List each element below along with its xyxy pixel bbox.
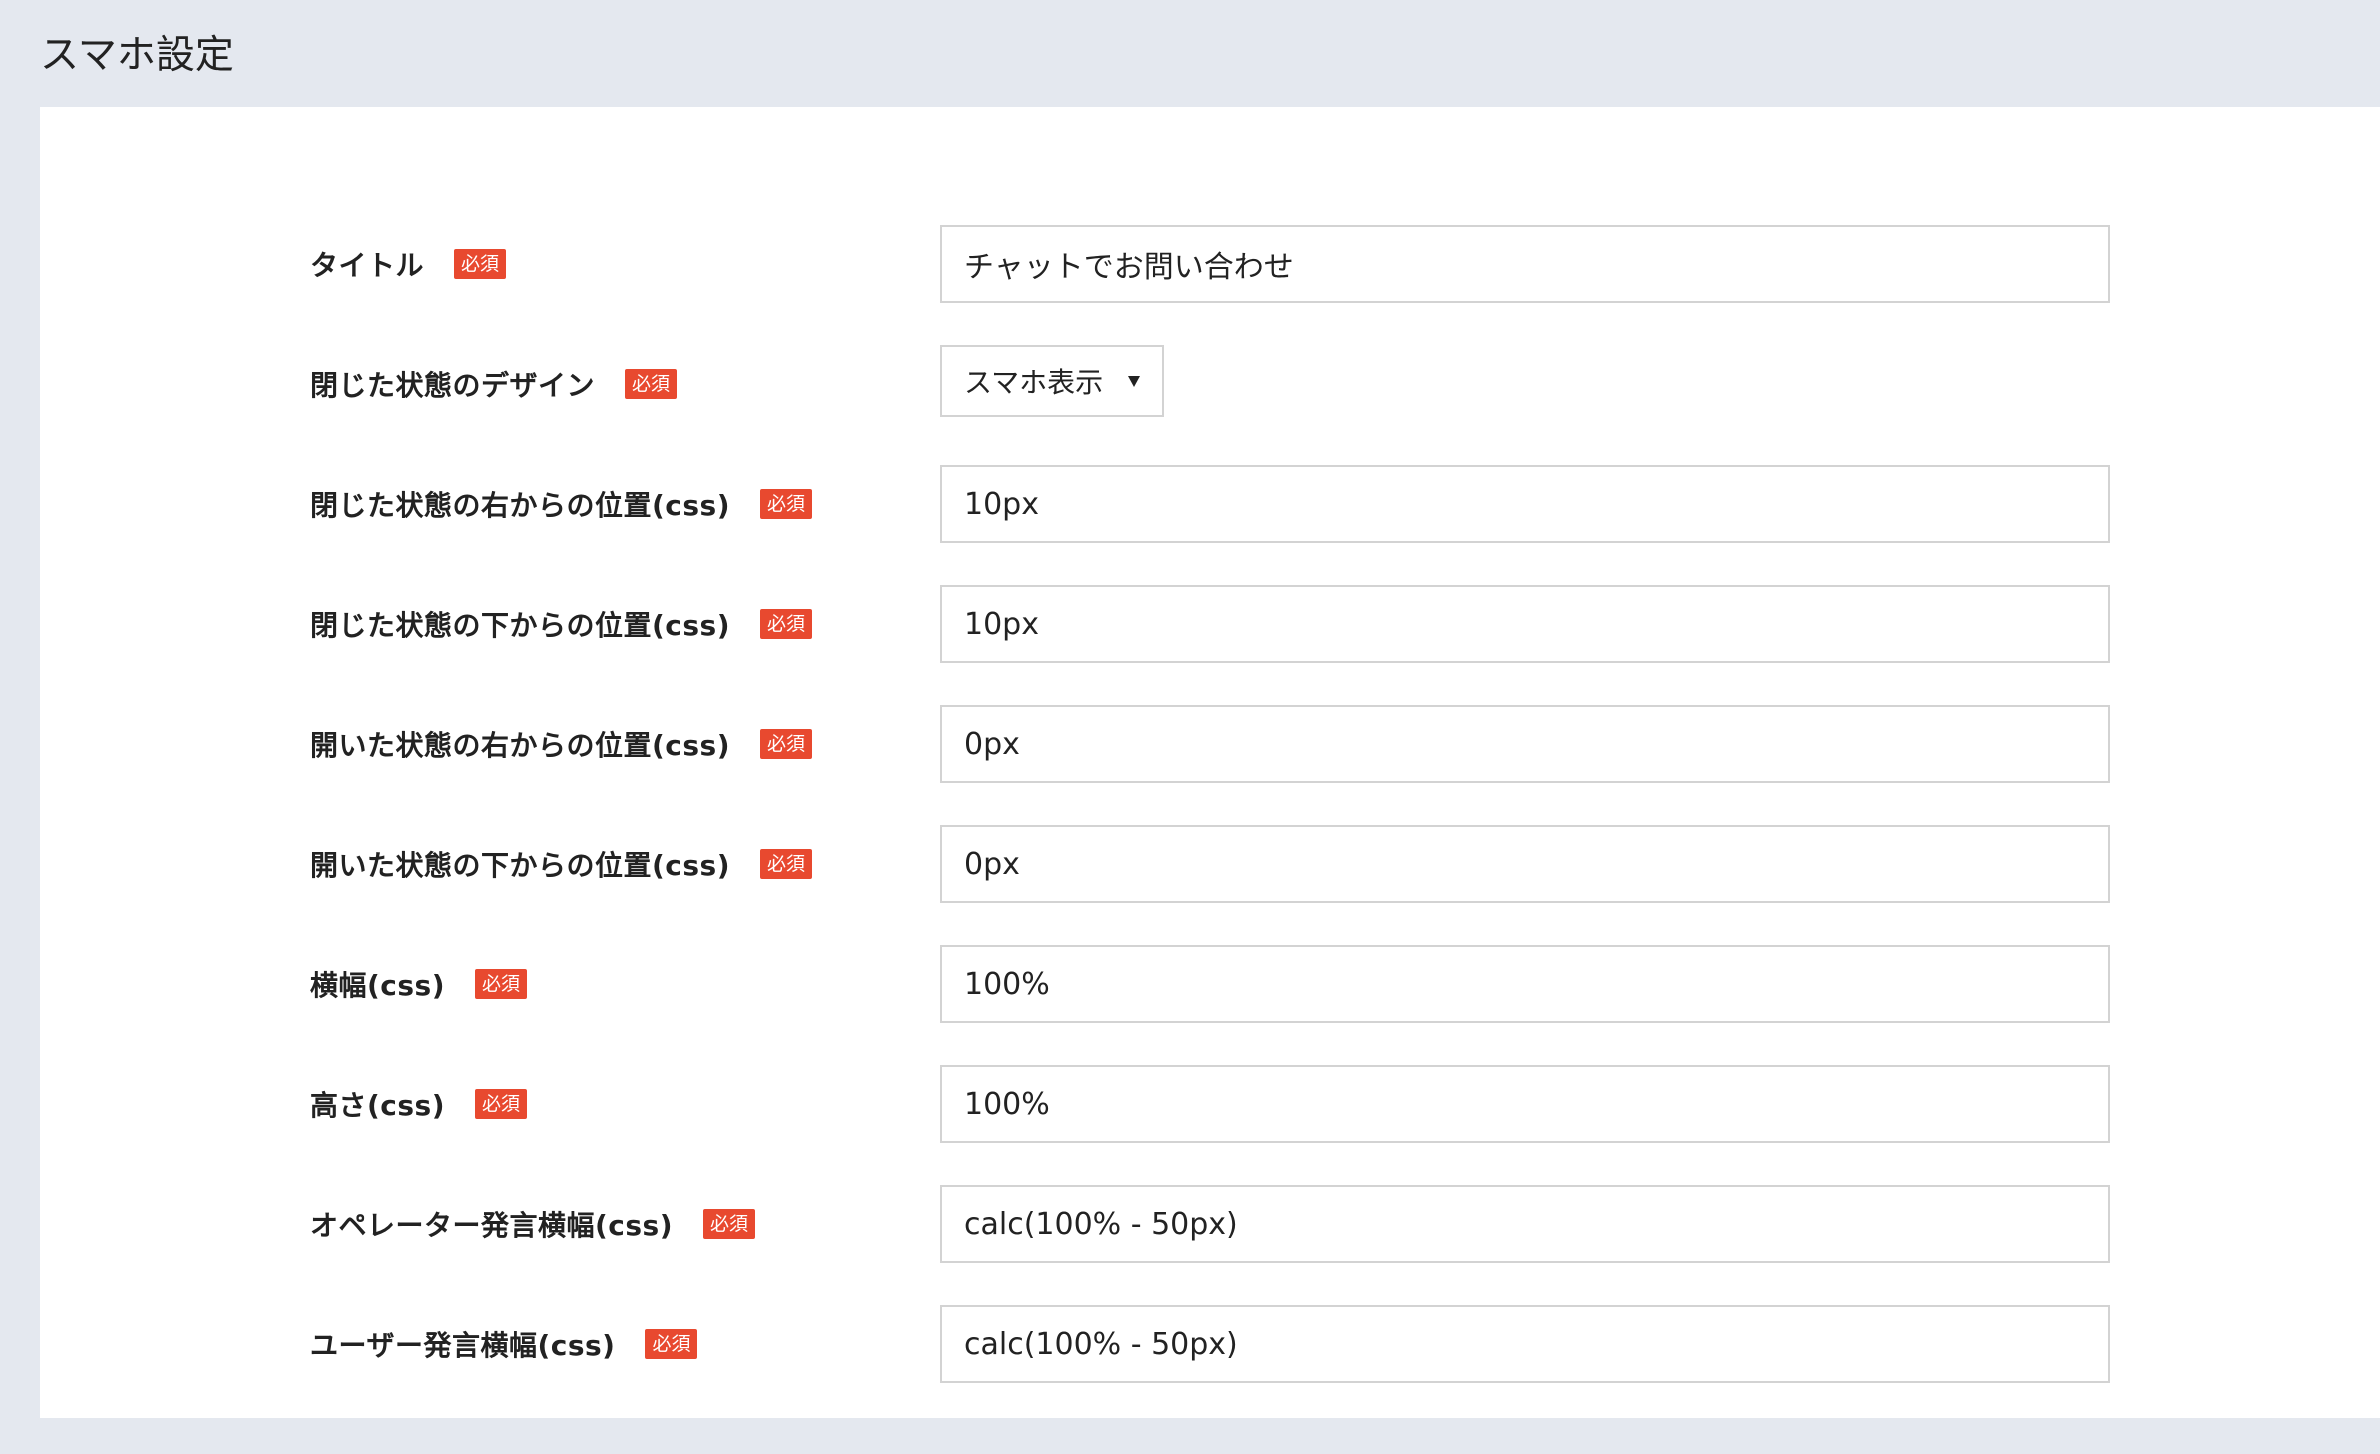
required-badge: 必須 — [625, 369, 678, 399]
chevron-down-icon — [1128, 375, 1140, 387]
required-badge: 必須 — [475, 1089, 528, 1119]
height-input[interactable] — [940, 1065, 2110, 1143]
field-label: 閉じた状態のデザイン 必須 — [310, 345, 678, 423]
field-label-text: 開いた状態の下からの位置(css) — [310, 849, 731, 882]
required-badge: 必須 — [645, 1329, 698, 1359]
field-label: 開いた状態の右からの位置(css) 必須 — [310, 705, 813, 783]
required-badge: 必須 — [454, 249, 507, 279]
field-label: 閉じた状態の右からの位置(css) 必須 — [310, 465, 813, 543]
field-label: 閉じた状態の下からの位置(css) 必須 — [310, 585, 813, 663]
field-label-text: タイトル — [310, 249, 425, 282]
page-title: スマホ設定 — [40, 33, 234, 78]
form-row-closed-right: 閉じた状態の右からの位置(css) 必須 — [40, 465, 2380, 543]
operator-message-width-input[interactable] — [940, 1185, 2110, 1263]
required-badge: 必須 — [703, 1209, 756, 1239]
required-badge: 必須 — [760, 849, 813, 879]
closed-right-input[interactable] — [940, 465, 2110, 543]
field-label-text: 閉じた状態の右からの位置(css) — [310, 489, 731, 522]
field-label: ユーザー発言横幅(css) 必須 — [310, 1305, 698, 1383]
settings-panel: タイトル 必須 閉じた状態のデザイン 必須 スマホ表示 閉じた状態の右からの位置… — [40, 107, 2380, 1418]
required-badge: 必須 — [760, 609, 813, 639]
user-message-width-input[interactable] — [940, 1305, 2110, 1383]
select-value: スマホ表示 — [964, 366, 1104, 399]
form-row-operator-message-width: オペレーター発言横幅(css) 必須 — [40, 1185, 2380, 1263]
form-row-width: 横幅(css) 必須 — [40, 945, 2380, 1023]
required-badge: 必須 — [475, 969, 528, 999]
title-input[interactable] — [940, 225, 2110, 303]
field-label-text: 閉じた状態の下からの位置(css) — [310, 609, 731, 642]
field-label-text: オペレーター発言横幅(css) — [310, 1209, 674, 1242]
field-label-text: 開いた状態の右からの位置(css) — [310, 729, 731, 762]
open-bottom-input[interactable] — [940, 825, 2110, 903]
form-row-closed-design: 閉じた状態のデザイン 必須 スマホ表示 — [40, 345, 2380, 423]
required-badge: 必須 — [760, 489, 813, 519]
form-row-closed-bottom: 閉じた状態の下からの位置(css) 必須 — [40, 585, 2380, 663]
form-row-open-right: 開いた状態の右からの位置(css) 必須 — [40, 705, 2380, 783]
page-header: スマホ設定 — [0, 0, 2380, 107]
field-label: 横幅(css) 必須 — [310, 945, 528, 1023]
field-label-text: 横幅(css) — [310, 969, 446, 1002]
open-right-input[interactable] — [940, 705, 2110, 783]
closed-bottom-input[interactable] — [940, 585, 2110, 663]
form-row-height: 高さ(css) 必須 — [40, 1065, 2380, 1143]
field-label: 開いた状態の下からの位置(css) 必須 — [310, 825, 813, 903]
required-badge: 必須 — [760, 729, 813, 759]
closed-design-select[interactable]: スマホ表示 — [940, 345, 1164, 417]
field-label-text: 高さ(css) — [310, 1089, 446, 1122]
form-row-user-message-width: ユーザー発言横幅(css) 必須 — [40, 1305, 2380, 1383]
field-label: タイトル 必須 — [310, 225, 507, 303]
field-label-text: 閉じた状態のデザイン — [310, 369, 596, 402]
form-row-title: タイトル 必須 — [40, 225, 2380, 303]
field-label-text: ユーザー発言横幅(css) — [310, 1329, 616, 1362]
field-label: オペレーター発言横幅(css) 必須 — [310, 1185, 756, 1263]
field-label: 高さ(css) 必須 — [310, 1065, 528, 1143]
width-input[interactable] — [940, 945, 2110, 1023]
form-row-open-bottom: 開いた状態の下からの位置(css) 必須 — [40, 825, 2380, 903]
